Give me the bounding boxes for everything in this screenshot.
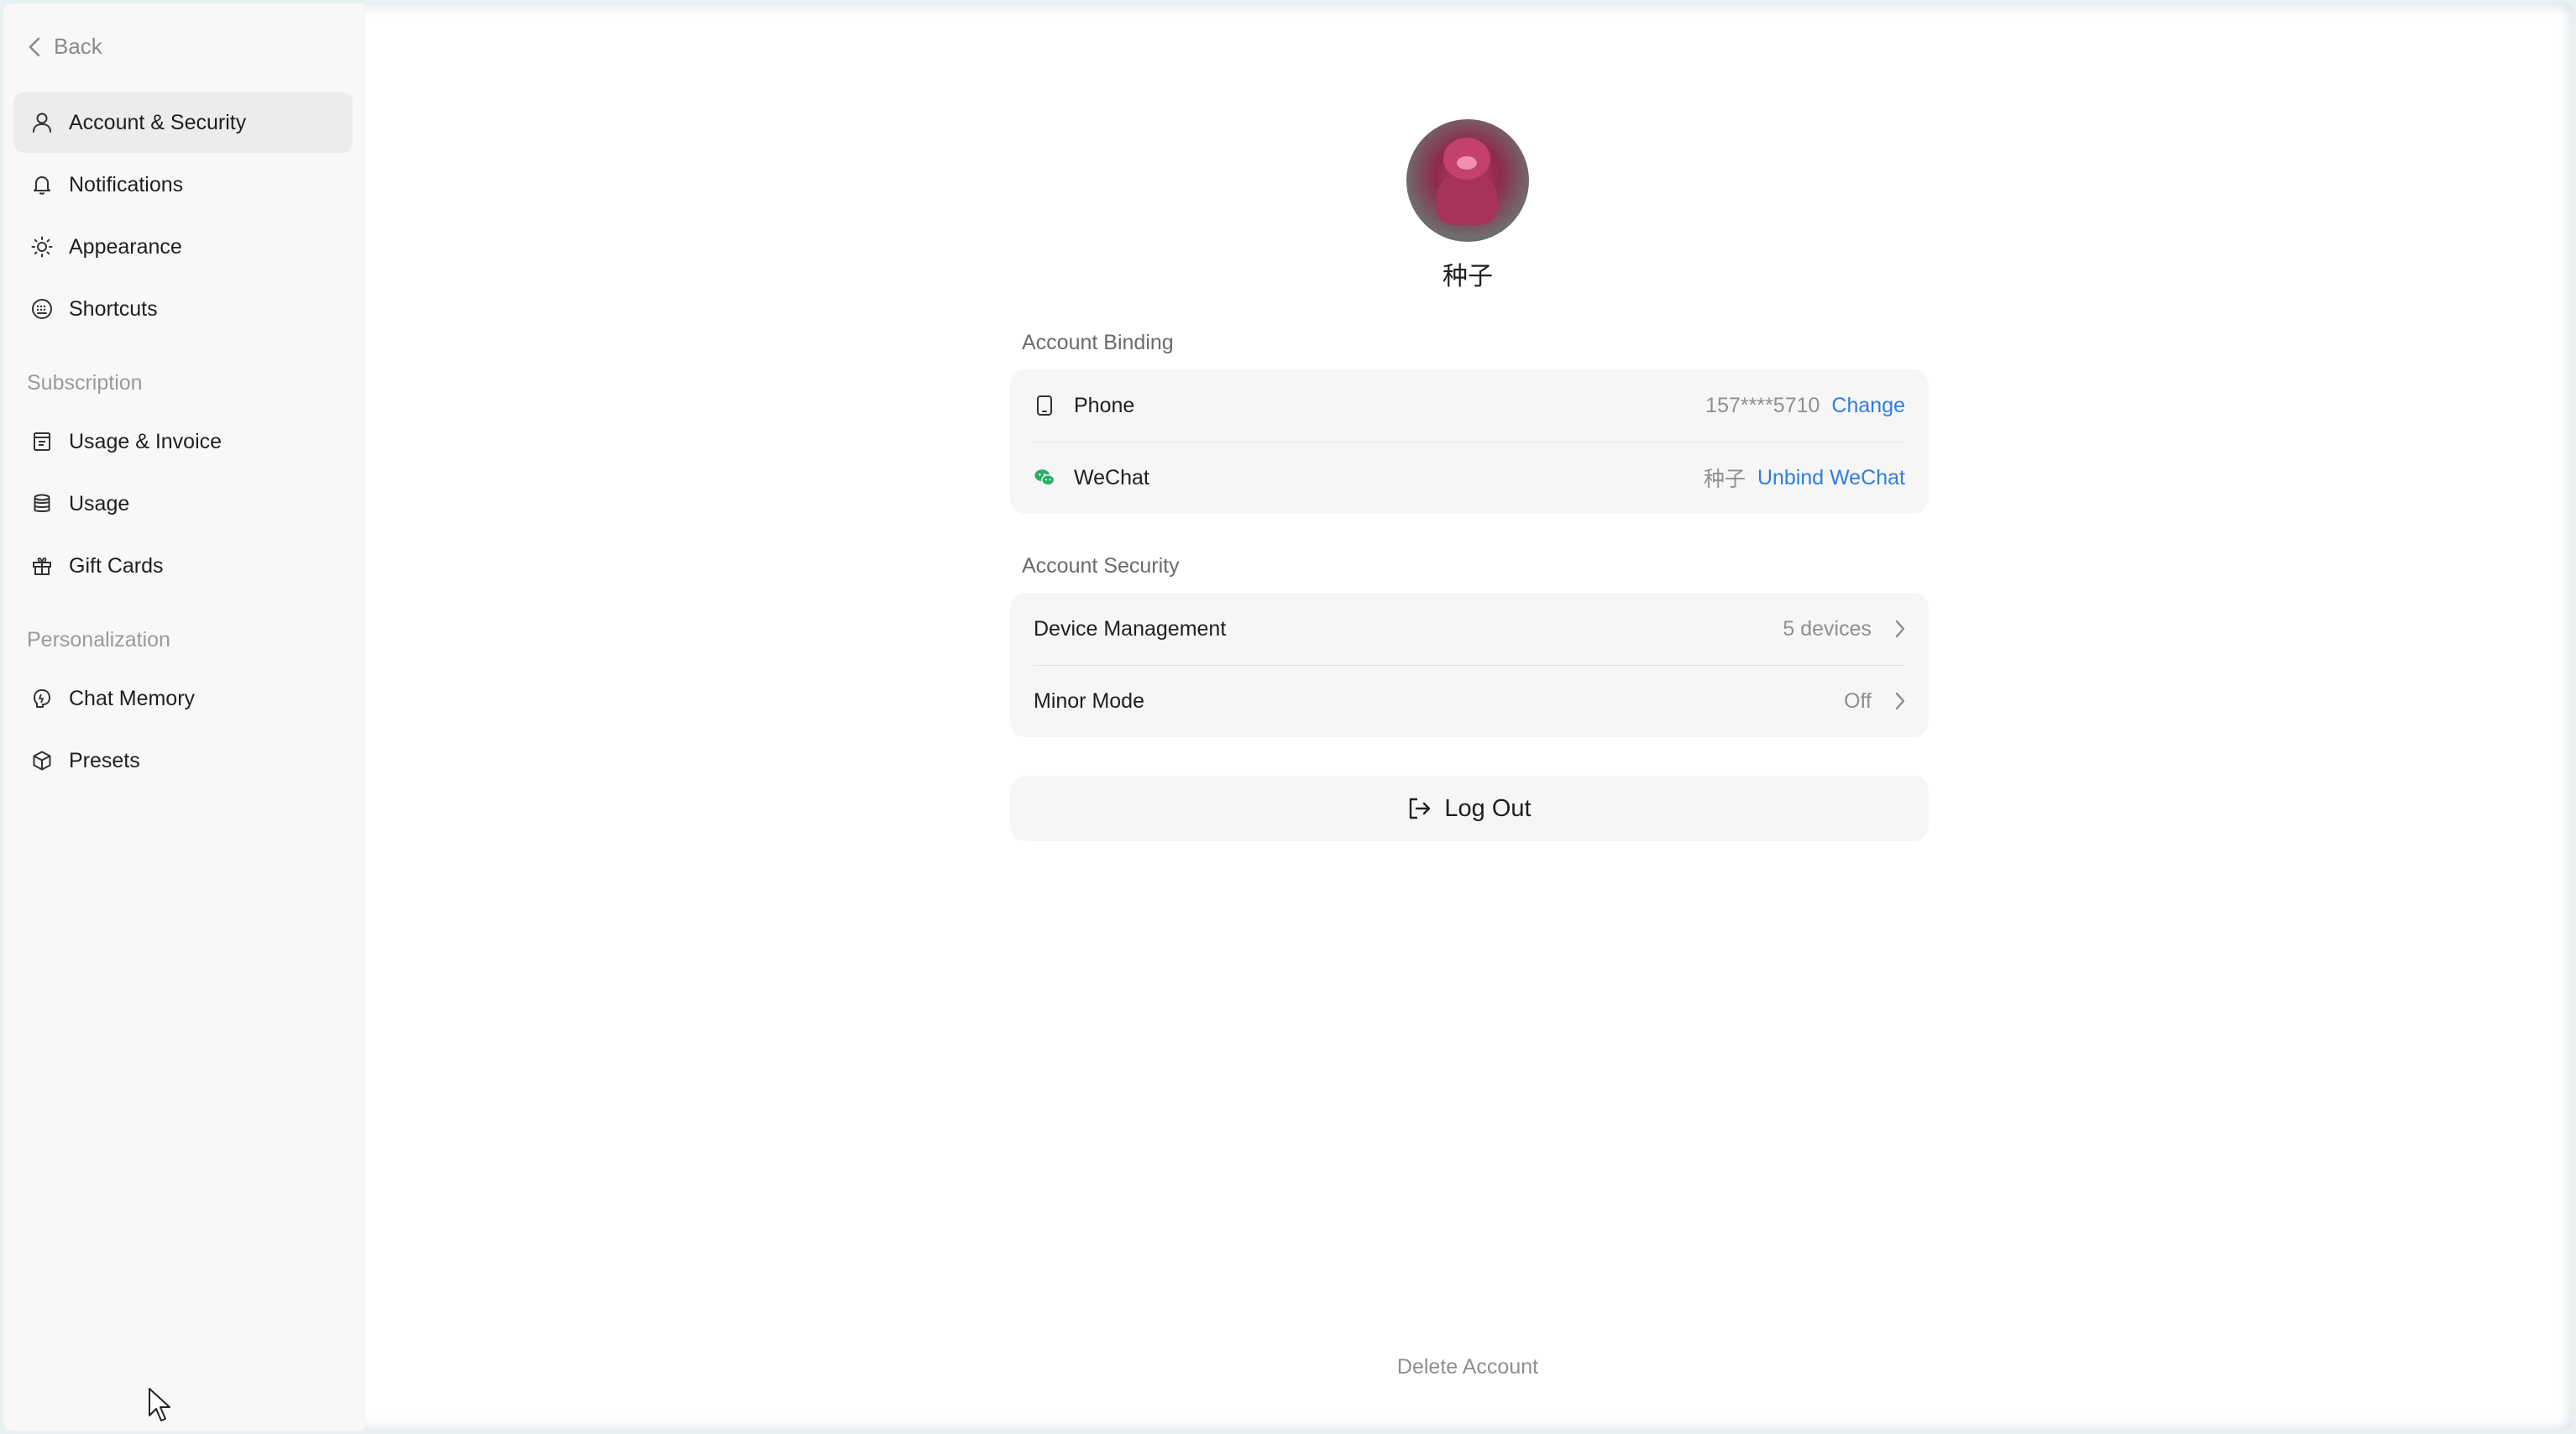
sidebar-item-label: Chat Memory: [69, 686, 196, 710]
sidebar-item-label: Shortcuts: [69, 296, 158, 321]
minor-mode-value: Off: [1844, 688, 1872, 713]
memory-icon: [30, 687, 54, 710]
sidebar-item-shortcuts[interactable]: Shortcuts: [13, 279, 353, 339]
bell-icon: [30, 173, 54, 196]
wechat-row: WeChat 种子 Unbind WeChat: [1010, 442, 1929, 514]
sidebar-item-label: Notifications: [69, 172, 184, 196]
sidebar-item-appearance[interactable]: Appearance: [13, 217, 353, 277]
chevron-right-icon: [1895, 620, 1905, 638]
sidebar-item-chat-memory[interactable]: Chat Memory: [13, 668, 353, 729]
sidebar-item-label: Gift Cards: [69, 553, 164, 578]
wechat-label: WeChat: [1074, 465, 1149, 489]
wechat-icon: [1034, 467, 1055, 489]
phone-icon: [1034, 395, 1055, 416]
wechat-value: 种子: [1703, 468, 1746, 491]
sidebar-item-presets[interactable]: Presets: [13, 730, 353, 791]
avatar[interactable]: [1406, 119, 1529, 242]
main-content: 种子 Account Binding Phone 157****5710 Cha…: [365, 3, 2573, 1431]
back-button[interactable]: Back: [29, 34, 102, 60]
account-security-card: Device Management 5 devices Minor Mode O…: [1010, 593, 1929, 737]
sidebar-item-label: Usage & Invoice: [69, 429, 223, 453]
sidebar-item-usage[interactable]: Usage: [13, 474, 353, 534]
sidebar: Back Account & Security Notifications Ap…: [3, 3, 365, 1431]
sidebar-item-label: Account & Security: [69, 110, 247, 134]
sidebar-item-label: Presets: [69, 748, 140, 772]
keyboard-icon: [30, 297, 54, 321]
delete-account-link[interactable]: Delete Account: [1364, 1355, 1571, 1379]
account-security-title: Account Security: [1022, 554, 1180, 578]
sidebar-item-notifications[interactable]: Notifications: [13, 154, 353, 215]
sidebar-item-label: Appearance: [69, 234, 182, 259]
minor-mode-row[interactable]: Minor Mode Off: [1010, 665, 1929, 737]
mouse-cursor-icon: [148, 1387, 173, 1428]
unbind-wechat-link[interactable]: Unbind WeChat: [1757, 466, 1905, 490]
sidebar-item-account-security[interactable]: Account & Security: [13, 92, 353, 153]
username: 种子: [1442, 263, 1493, 290]
log-out-button[interactable]: Log Out: [1010, 776, 1929, 841]
account-binding-card: Phone 157****5710 Change WeChat 种子 Unbin…: [1010, 369, 1929, 514]
device-count: 5 devices: [1783, 616, 1872, 641]
cube-icon: [30, 749, 54, 772]
account-binding-title: Account Binding: [1022, 331, 1174, 354]
sun-icon: [30, 235, 54, 259]
section-label-subscription: Subscription: [27, 371, 143, 395]
settings-window: Back Account & Security Notifications Ap…: [3, 3, 2573, 1431]
minor-mode-label: Minor Mode: [1034, 688, 1144, 713]
log-out-icon: [1410, 798, 1431, 819]
database-icon: [30, 492, 54, 516]
back-label: Back: [54, 34, 102, 59]
user-icon: [30, 111, 54, 134]
chevron-right-icon: [1895, 692, 1905, 710]
invoice-icon: [30, 430, 54, 453]
phone-row: Phone 157****5710 Change: [1010, 369, 1929, 442]
phone-value: 157****5710: [1705, 393, 1820, 417]
sidebar-item-label: Usage: [69, 491, 130, 516]
sidebar-item-usage-invoice[interactable]: Usage & Invoice: [13, 411, 353, 472]
chevron-left-icon: [29, 37, 40, 56]
phone-label: Phone: [1074, 393, 1135, 417]
sidebar-item-gift-cards[interactable]: Gift Cards: [13, 536, 353, 596]
gift-icon: [30, 554, 54, 578]
log-out-label: Log Out: [1444, 794, 1531, 822]
device-management-row[interactable]: Device Management 5 devices: [1010, 593, 1929, 665]
change-phone-link[interactable]: Change: [1831, 394, 1905, 418]
device-management-label: Device Management: [1034, 616, 1227, 641]
section-label-personalization: Personalization: [27, 628, 170, 652]
